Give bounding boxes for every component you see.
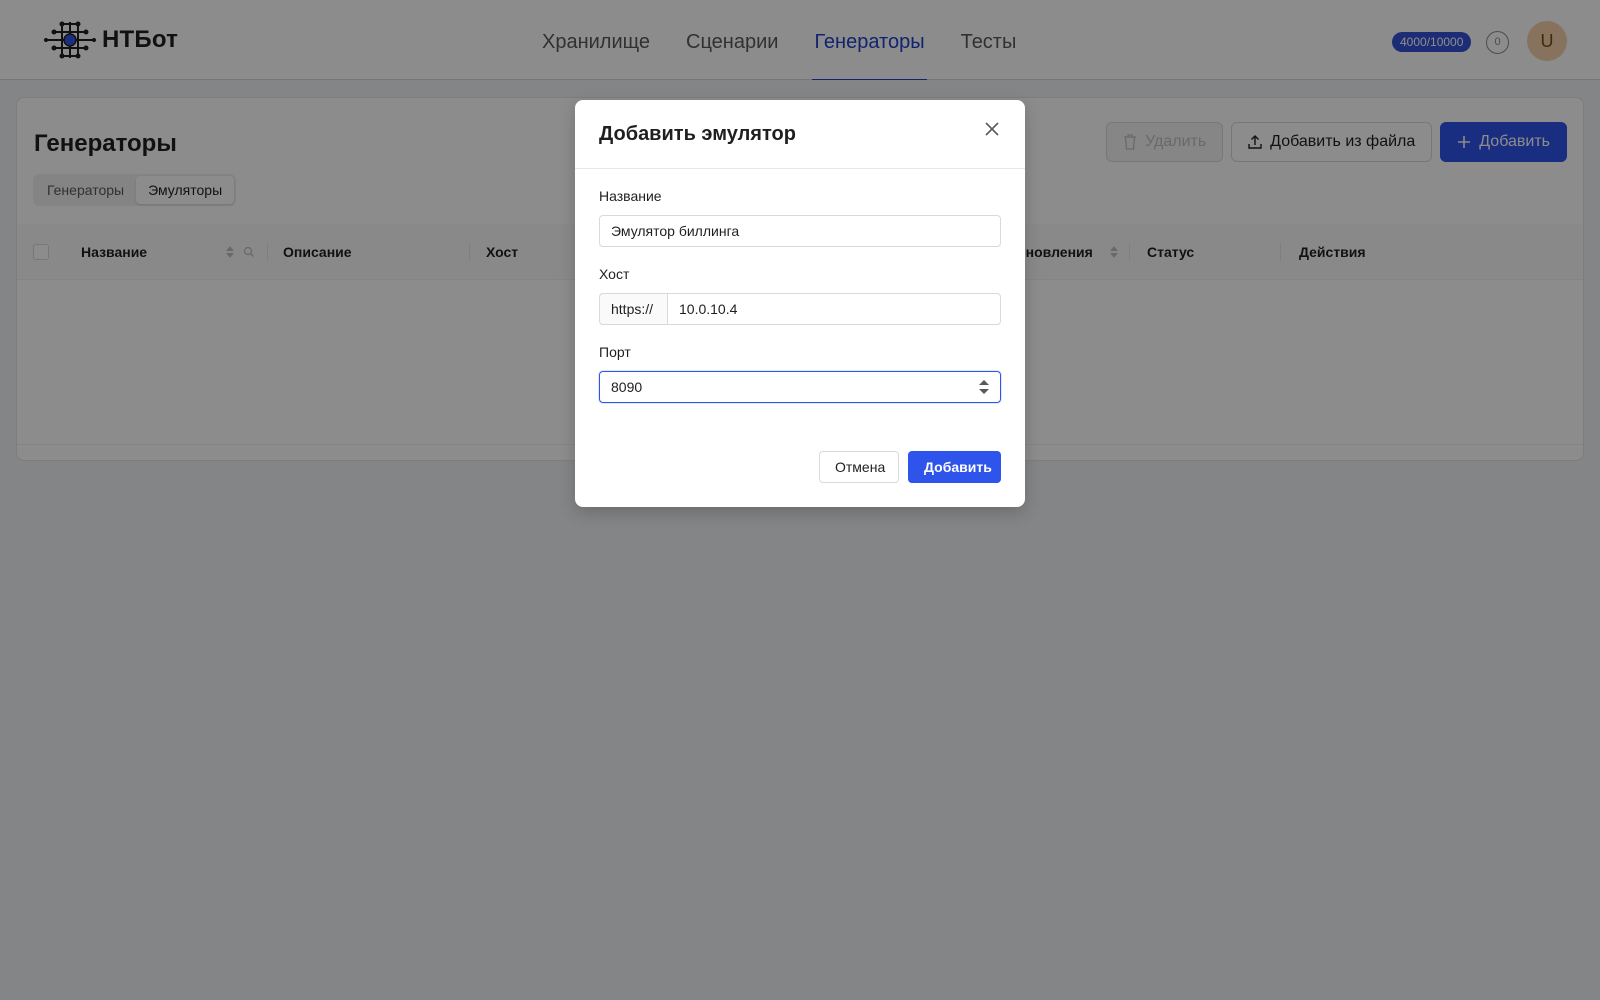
- host-field-label: Хост: [599, 266, 630, 282]
- name-field-label: Название: [599, 188, 662, 204]
- name-field[interactable]: Эмулятор биллинга: [599, 215, 1001, 247]
- cancel-button[interactable]: Отмена: [819, 451, 899, 483]
- host-protocol-addon: https://: [599, 293, 668, 325]
- port-field-value: 8090: [611, 379, 643, 395]
- stepper-icon[interactable]: [978, 377, 990, 397]
- dialog-divider: [575, 168, 1025, 169]
- submit-button[interactable]: Добавить: [908, 451, 1001, 483]
- add-emulator-dialog: Добавить эмулятор Название Эмулятор билл…: [575, 100, 1025, 507]
- port-field-label: Порт: [599, 344, 631, 360]
- port-field[interactable]: 8090: [599, 371, 1001, 403]
- host-field[interactable]: 10.0.10.4: [667, 293, 1001, 325]
- close-icon[interactable]: [982, 119, 1002, 139]
- dialog-title: Добавить эмулятор: [599, 123, 796, 145]
